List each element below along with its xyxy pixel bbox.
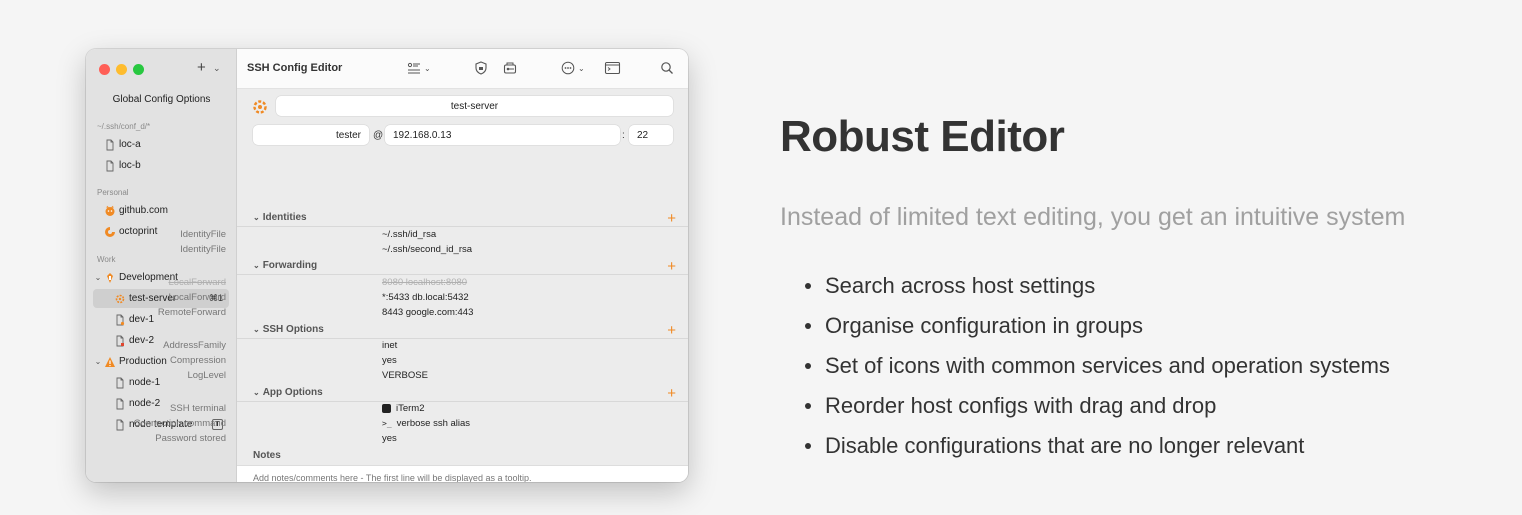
sidebar-section-work: Work bbox=[97, 255, 116, 264]
feature-item: Set of icons with common services and op… bbox=[805, 346, 1390, 386]
feature-item: Reorder host configs with drag and drop bbox=[805, 386, 1390, 426]
divider bbox=[237, 274, 688, 275]
chevron-down-icon: ⌄ bbox=[253, 388, 260, 397]
document-icon bbox=[113, 313, 127, 327]
minimize-window-button[interactable] bbox=[116, 64, 127, 75]
terminal-window-icon bbox=[604, 61, 621, 75]
window-title: SSH Config Editor bbox=[247, 62, 343, 74]
forwarding-row[interactable]: RemoteForward 8443 google.com:443 bbox=[158, 307, 688, 321]
add-identity-button[interactable]: + bbox=[667, 211, 676, 226]
add-forwarding-button[interactable]: + bbox=[667, 259, 676, 274]
notes-label: Notes bbox=[253, 450, 281, 461]
search-icon bbox=[661, 62, 673, 74]
document-icon bbox=[103, 159, 117, 173]
terminal-prompt-icon: >_ bbox=[382, 419, 392, 428]
window-controls bbox=[99, 64, 144, 75]
feature-item: Search across host settings bbox=[805, 266, 1390, 306]
add-host-button[interactable]: + bbox=[197, 60, 206, 75]
divider bbox=[237, 401, 688, 402]
chevron-down-icon: ⌄ bbox=[253, 325, 260, 334]
feature-item: Disable configurations that are no longe… bbox=[805, 426, 1390, 466]
app-option-row[interactable]: Connection command >_ verbose ssh alias bbox=[134, 418, 688, 432]
colon-separator: : bbox=[622, 130, 625, 141]
at-separator: @ bbox=[373, 130, 384, 141]
github-octocat-icon bbox=[103, 204, 117, 218]
feature-list: Search across host settings Organise con… bbox=[805, 266, 1390, 466]
app-option-row[interactable]: SSH terminal iTerm2 bbox=[170, 403, 688, 417]
sidebar-section-conf-d: ~/.ssh/conf_d/* bbox=[97, 122, 151, 131]
notes-textarea[interactable]: Add notes/comments here - The first line… bbox=[237, 465, 688, 482]
add-ssh-option-button[interactable]: + bbox=[667, 323, 676, 338]
ssh-option-row[interactable]: AddressFamily inet bbox=[163, 340, 688, 354]
keychain-button[interactable] bbox=[503, 61, 517, 75]
sidebar-item-loc-b[interactable]: loc-b bbox=[93, 156, 229, 175]
ssh-option-row[interactable]: Compression yes bbox=[170, 355, 688, 369]
warning-triangle-icon bbox=[103, 355, 117, 369]
server-gear-icon bbox=[113, 292, 127, 306]
toolbar: SSH Config Editor ⌄ ⌄ bbox=[237, 49, 688, 89]
view-options-button[interactable]: ⌄ bbox=[407, 61, 431, 75]
divider bbox=[237, 226, 688, 227]
shield-icon bbox=[475, 61, 487, 75]
document-icon bbox=[113, 376, 127, 390]
more-actions-button[interactable]: ⌄ bbox=[561, 61, 585, 75]
subheadline: Instead of limited text editing, you get… bbox=[780, 203, 1406, 231]
global-config-options[interactable]: Global Config Options bbox=[86, 94, 237, 105]
sidebar-item-loc-a[interactable]: loc-a bbox=[93, 135, 229, 154]
sidebar-item-github[interactable]: github.com bbox=[93, 201, 229, 220]
identity-row[interactable]: IdentityFile ~/.ssh/second_id_rsa bbox=[180, 244, 688, 258]
sidebar-section-personal: Personal bbox=[97, 188, 129, 197]
document-icon bbox=[113, 334, 127, 348]
shield-button[interactable] bbox=[474, 61, 488, 75]
ellipsis-circle-icon bbox=[561, 61, 575, 75]
host-editor: test-server tester @ 192.168.0.13 : 22 ⌄… bbox=[134, 89, 688, 482]
iterm-icon bbox=[382, 404, 391, 413]
forwarding-section-header[interactable]: ⌄ Forwarding bbox=[253, 260, 317, 271]
list-icon bbox=[407, 62, 420, 74]
document-icon bbox=[113, 418, 127, 432]
open-terminal-button[interactable] bbox=[604, 61, 621, 75]
ssh-option-row[interactable]: LogLevel VERBOSE bbox=[187, 370, 688, 384]
feature-item: Organise configuration in groups bbox=[805, 306, 1390, 346]
ssh-options-section-header[interactable]: ⌄ SSH Options bbox=[253, 324, 324, 335]
add-app-option-button[interactable]: + bbox=[667, 386, 676, 401]
editor-pane: SSH Config Editor ⌄ ⌄ test-server tester… bbox=[134, 49, 688, 482]
app-options-section-header[interactable]: ⌄ App Options bbox=[253, 387, 323, 398]
host-name-input[interactable]: test-server bbox=[276, 96, 673, 116]
address-input[interactable]: 192.168.0.13 bbox=[385, 125, 620, 145]
app-option-row[interactable]: Password stored yes bbox=[155, 433, 688, 447]
identities-section-header[interactable]: ⌄ Identities bbox=[253, 212, 307, 223]
add-menu-chevron-icon[interactable]: ⌄ bbox=[213, 63, 221, 74]
forwarding-row[interactable]: LocalForward *:5433 db.local:5432 bbox=[168, 292, 688, 306]
chevron-down-icon: ⌄ bbox=[253, 213, 260, 222]
headline: Robust Editor bbox=[780, 112, 1065, 161]
development-group-icon bbox=[103, 271, 117, 285]
app-window: + ⌄ Global Config Options ~/.ssh/conf_d/… bbox=[86, 49, 688, 482]
close-window-button[interactable] bbox=[99, 64, 110, 75]
document-icon bbox=[113, 397, 127, 411]
key-icon bbox=[503, 62, 517, 74]
zoom-window-button[interactable] bbox=[133, 64, 144, 75]
document-icon bbox=[103, 138, 117, 152]
divider bbox=[237, 338, 688, 339]
chevron-down-icon: ⌄ bbox=[253, 261, 260, 270]
port-input[interactable]: 22 bbox=[629, 125, 673, 145]
forwarding-row-disabled[interactable]: LocalForward 8080 localhost:8080 bbox=[168, 277, 688, 291]
octoprint-icon bbox=[103, 225, 117, 239]
search-button[interactable] bbox=[660, 61, 674, 75]
chevron-down-icon[interactable]: ⌄ bbox=[93, 357, 103, 366]
server-gear-icon[interactable] bbox=[251, 98, 269, 116]
chevron-down-icon[interactable]: ⌄ bbox=[93, 273, 103, 282]
identity-row[interactable]: IdentityFile ~/.ssh/id_rsa bbox=[180, 229, 688, 243]
user-input[interactable]: tester bbox=[253, 125, 369, 145]
